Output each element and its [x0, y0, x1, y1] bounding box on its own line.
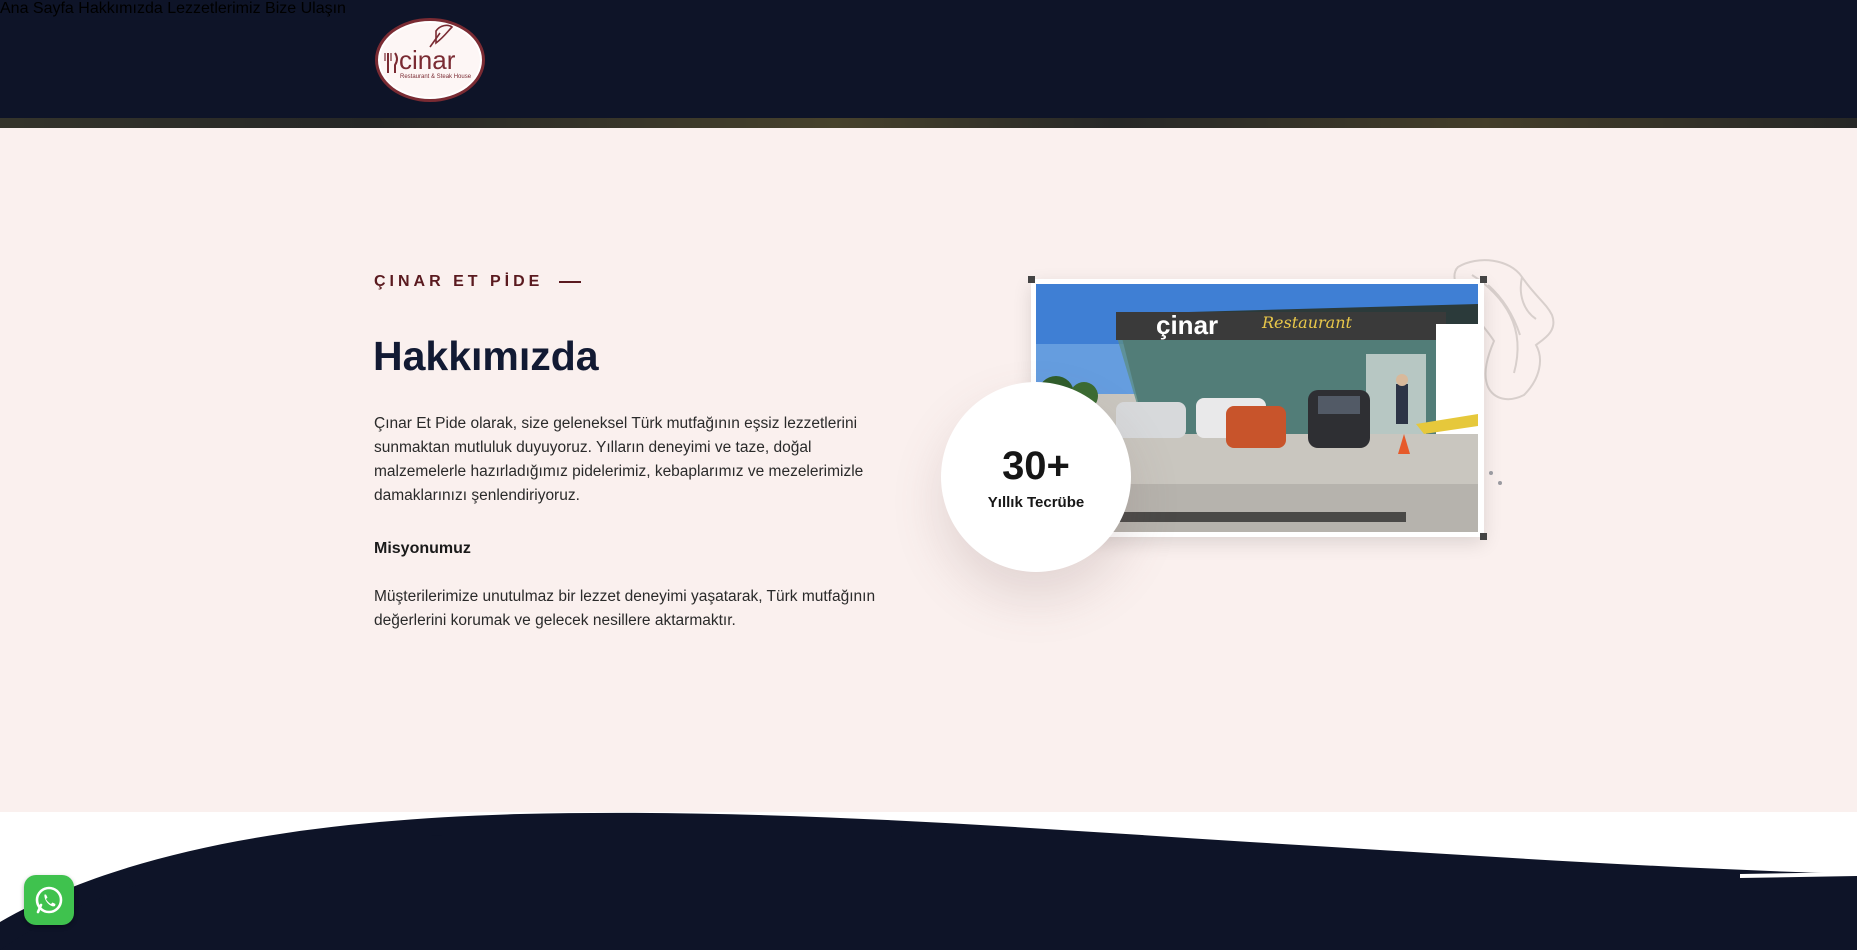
site-logo[interactable]: cinar Restaurant & Steak House — [375, 18, 485, 102]
decorative-dots — [1489, 471, 1502, 485]
svg-text:Restaurant & Steak House: Restaurant & Steak House — [400, 74, 472, 80]
frame-corner — [1480, 276, 1487, 283]
eyebrow-text: ÇINAR ET PİDE — [374, 273, 544, 290]
experience-badge: 30+ Yıllık Tecrübe — [941, 382, 1131, 572]
frame-corner — [1028, 276, 1035, 283]
whatsapp-button[interactable] — [24, 875, 74, 925]
svg-text:cinar: cinar — [399, 45, 456, 75]
experience-number: 30+ — [1002, 443, 1070, 488]
svg-text:Restaurant: Restaurant — [1261, 313, 1352, 332]
section-eyebrow: ÇINAR ET PİDE — [374, 273, 582, 291]
nav-about[interactable]: Hakkımızda — [78, 0, 162, 17]
nav-dishes[interactable]: Lezzetlerimiz — [167, 0, 260, 17]
frame-corner — [1480, 533, 1487, 540]
nav-contact[interactable]: Bize Ulaşın — [265, 0, 346, 17]
whatsapp-icon — [35, 886, 63, 914]
mission-title: Misyonumuz — [374, 540, 471, 557]
page-title: Hakkımızda — [373, 333, 599, 379]
main-nav: Ana Sayfa Hakkımızda Lezzetlerimiz Bize … — [0, 0, 1857, 18]
experience-label: Yıllık Tecrübe — [987, 493, 1085, 511]
header-hero-strip — [0, 118, 1857, 128]
mission-text: Müşterilerimize unutulmaz bir lezzet den… — [374, 588, 876, 629]
nav-home[interactable]: Ana Sayfa — [0, 0, 74, 17]
svg-text:çinar: çinar — [1156, 310, 1218, 340]
site-header: cinar Restaurant & Steak House Ana Sayfa… — [0, 0, 1857, 128]
cinar-logo-icon: cinar Restaurant & Steak House — [384, 24, 472, 80]
about-intro: Çınar Et Pide olarak, size geleneksel Tü… — [374, 415, 864, 504]
footer-wave — [0, 812, 1857, 950]
eyebrow-dash — [559, 281, 582, 283]
